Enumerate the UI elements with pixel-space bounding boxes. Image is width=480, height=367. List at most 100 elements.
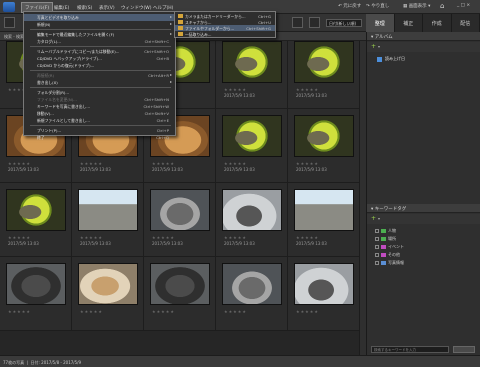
rating-stars[interactable]: ★★★★★	[296, 161, 319, 166]
tab-create[interactable]: 作成	[423, 14, 452, 32]
album-item[interactable]: 読み上げ日	[377, 56, 467, 64]
file-menu-item[interactable]: 新規(N) ▸	[24, 21, 175, 28]
keyword-tag-item[interactable]: 写真情報	[375, 260, 404, 266]
keyword-tag-label: 人物	[388, 228, 396, 233]
file-menu-item[interactable]: 再接続(R) Ctrl+Alt+R ▸	[24, 72, 175, 79]
photo-cell[interactable]: ★★★★★	[216, 257, 288, 331]
rating-stars[interactable]: ★★★★★	[8, 161, 31, 166]
photo-thumbnail[interactable]	[222, 189, 282, 231]
keyword-checkbox[interactable]	[375, 229, 379, 233]
keyword-search-input[interactable]: 検索するキーワードを入力	[371, 346, 449, 353]
photo-cell[interactable]: ★★★★★ 2017/5/9 13:03	[288, 183, 360, 257]
photo-cell[interactable]: ★★★★★ 2017/5/9 13:03	[216, 41, 288, 109]
file-menu-item[interactable]: CD/DVD からの復元(ドライブ)...	[24, 62, 175, 69]
photo-thumbnail[interactable]	[150, 189, 210, 231]
photo-thumbnail[interactable]	[294, 263, 354, 305]
rating-stars[interactable]: ★★★★★	[296, 309, 319, 314]
keyword-tag-item[interactable]: イベント	[375, 244, 404, 250]
file-menu-item[interactable]: リムーバブルドライブにコピー/または移動(E)... Ctrl+Shift+O	[24, 48, 175, 55]
tab-organize[interactable]: 整理	[366, 14, 395, 32]
tab-fix[interactable]: 補正	[395, 14, 423, 32]
add-album-icon[interactable]: +	[371, 43, 376, 50]
photo-thumbnail[interactable]	[78, 263, 138, 305]
photo-thumbnail[interactable]	[6, 189, 66, 231]
rating-stars[interactable]: ★★★★★	[224, 309, 247, 314]
keyword-tag-item[interactable]: 場所	[375, 236, 396, 242]
photo-thumbnail[interactable]	[222, 41, 282, 83]
import-source-icon	[178, 14, 183, 18]
file-menu-item[interactable]: 終了 Ctrl+Q	[24, 134, 175, 141]
photo-thumbnail[interactable]	[222, 263, 282, 305]
photo-cell[interactable]: ★★★★★	[144, 257, 216, 331]
rating-stars[interactable]: ★★★★★	[80, 235, 103, 240]
photo-thumbnail[interactable]	[78, 189, 138, 231]
rating-stars[interactable]: ★★★★★	[80, 161, 103, 166]
window-controls[interactable]: _ □ ×	[457, 3, 470, 12]
redo-button[interactable]: ↷ やり直し	[366, 3, 389, 12]
keyword-checkbox[interactable]	[375, 253, 379, 257]
file-menu-item[interactable]: 新規ファイルとして書き出し... Ctrl+E	[24, 117, 175, 124]
file-menu-item[interactable]: 編集モードで最近編集したファイルを開く(F) ▸	[24, 31, 175, 38]
rating-stars[interactable]: ★★★★★	[224, 87, 247, 92]
photo-cell[interactable]: ★★★★★ 2017/5/9 13:03	[216, 109, 288, 183]
photo-cell[interactable]: ★★★★★ 2017/5/9 13:03	[72, 183, 144, 257]
rating-stars[interactable]: ★★★★★	[152, 161, 175, 166]
photo-thumbnail[interactable]	[294, 189, 354, 231]
photo-thumbnail[interactable]	[6, 263, 66, 305]
album-menu-icon[interactable]: ▾	[378, 44, 380, 49]
fullscreen-button[interactable]	[309, 17, 320, 28]
photo-cell[interactable]: ★★★★★ 2017/5/9 13:03	[216, 183, 288, 257]
file-menu-item[interactable]: CD/DVD へバックアップ(ドライブ)... Ctrl+B	[24, 55, 175, 62]
rating-stars[interactable]: ★★★★★	[152, 235, 175, 240]
keyword-tag-item[interactable]: その他	[375, 252, 400, 258]
photo-cell[interactable]: ★★★★★ 2017/5/9 13:03	[0, 183, 72, 257]
photo-cell[interactable]: ★★★★★	[288, 257, 360, 331]
menu-item-icon	[28, 80, 33, 84]
keyword-tag-item[interactable]: 人物	[375, 228, 396, 234]
back-button[interactable]	[4, 17, 15, 28]
rating-stars[interactable]: ★★★★★	[224, 161, 247, 166]
photo-cell[interactable]: ★★★★★	[0, 257, 72, 331]
photo-thumbnail[interactable]	[294, 115, 354, 157]
photo-cell[interactable]: ★★★★★	[72, 257, 144, 331]
home-icon[interactable]: ⌂	[440, 2, 444, 11]
rating-stars[interactable]: ★★★★★	[296, 235, 319, 240]
undo-button[interactable]: ↶ 元に戻す	[338, 3, 361, 12]
grid-view-button[interactable]	[292, 17, 303, 28]
photo-cell[interactable]: ★★★★★ 2017/5/9 13:03	[288, 109, 360, 183]
photo-thumbnail[interactable]	[294, 41, 354, 83]
display-button[interactable]: ▦ 画面表示 ▾	[403, 3, 430, 12]
file-menu-item[interactable]: ファイル名を変更(N)... Ctrl+Shift+N	[24, 96, 175, 103]
file-menu-item[interactable]: フォルダ分割(R)...	[24, 89, 175, 96]
tab-share[interactable]: 配信	[452, 14, 480, 32]
photo-cell[interactable]: ★★★★★ 2017/5/9 13:03	[144, 183, 216, 257]
rating-stars[interactable]: ★★★★★	[8, 309, 31, 314]
file-menu-item[interactable]: キーワードを写真に書き出し... Ctrl+Shift+W	[24, 103, 175, 110]
albums-header[interactable]: ▾ アルバム	[367, 32, 480, 41]
keyword-checkbox[interactable]	[375, 237, 379, 241]
import-submenu-item[interactable]: 一括取り込み...	[175, 31, 275, 37]
rating-stars[interactable]: ★★★★★	[224, 235, 247, 240]
keyword-apply-button[interactable]	[453, 346, 475, 353]
add-keyword-icon[interactable]: +	[371, 215, 376, 222]
grid-scrollbar[interactable]	[359, 41, 366, 355]
keyword-checkbox[interactable]	[375, 261, 379, 265]
file-menu-item[interactable]: カタログ(L)... Ctrl+Shift+C	[24, 38, 175, 45]
keywords-header[interactable]: ▾ キーワードタグ	[367, 204, 480, 213]
rating-stars[interactable]: ★★★★★	[8, 235, 31, 240]
file-menu-item[interactable]: プリント(P)... Ctrl+P	[24, 127, 175, 134]
file-menu-item[interactable]: 移動(V)... Ctrl+Shift+V	[24, 110, 175, 117]
keyword-checkbox[interactable]	[375, 245, 379, 249]
keyword-menu-icon[interactable]: ▾	[378, 216, 380, 221]
sort-order-select[interactable]: 日付(新しい順)	[326, 19, 362, 27]
photo-cell[interactable]: ★★★★★ 2017/5/9 13:03	[288, 41, 360, 109]
rating-stars[interactable]: ★★★★★	[152, 309, 175, 314]
rating-stars[interactable]: ★★★★★	[296, 87, 319, 92]
file-menu-item[interactable]: 写真とビデオを取り込み ▸	[24, 14, 175, 21]
import-submenu: カメラまたはカードリーダーから... Ctrl+G スキャナから... Ctrl+U フ…	[174, 11, 276, 38]
file-menu-item[interactable]: 書き出し(X) ▸	[24, 79, 175, 86]
photo-thumbnail[interactable]	[150, 263, 210, 305]
photo-thumbnail[interactable]	[222, 115, 282, 157]
rating-stars[interactable]: ★★★★★	[80, 309, 103, 314]
menu-item-icon	[28, 104, 33, 108]
